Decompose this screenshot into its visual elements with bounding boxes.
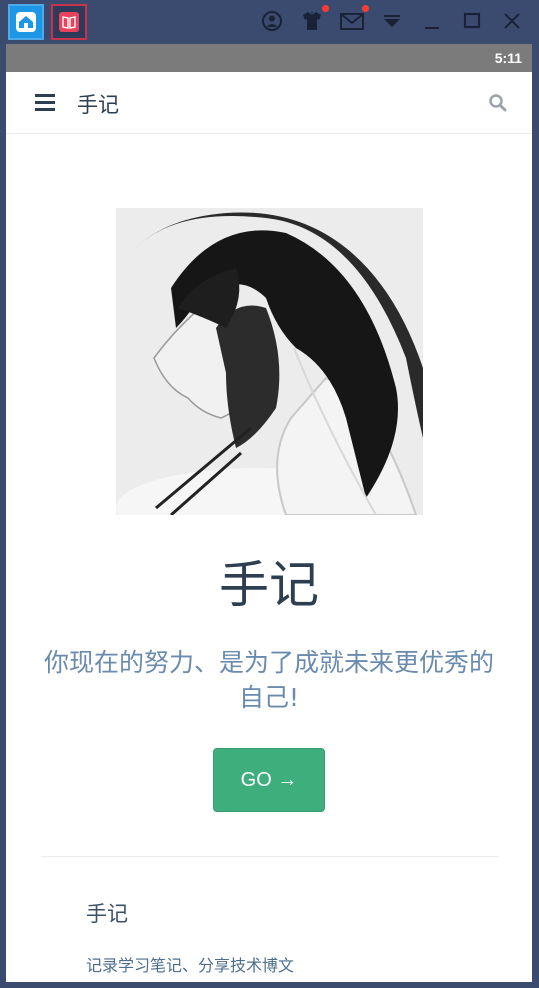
notification-badge: [362, 5, 369, 12]
emulator-frame-right: [532, 44, 539, 988]
feature-description: 记录学习笔记、分享技术博文: [86, 956, 295, 975]
android-status-bar: 5:11: [6, 44, 532, 72]
shirt-button[interactable]: [299, 5, 329, 34]
shirt-icon: [303, 11, 321, 30]
notification-badge: [322, 5, 329, 12]
hero-image: [116, 208, 423, 515]
mail-icon: [340, 13, 364, 30]
dropdown-arrow-icon[interactable]: [379, 8, 405, 34]
book-app-icon: [59, 12, 79, 32]
divider: [41, 856, 498, 857]
hamburger-menu-icon[interactable]: [35, 94, 55, 112]
emulator-frame-left: [0, 44, 6, 988]
hero-description: 你现在的努力、是为了成就未来更优秀的自己!: [43, 648, 494, 712]
emulator-frame-bottom: [0, 982, 539, 988]
home-tab[interactable]: [8, 4, 44, 40]
anime-portrait-illustration: [116, 208, 423, 515]
home-icon: [16, 12, 36, 32]
site-title[interactable]: 手记: [77, 89, 119, 119]
app-navbar: 手记: [6, 72, 532, 134]
maximize-icon[interactable]: [459, 8, 485, 34]
emulator-title-bar: [0, 0, 539, 44]
feature-title: 手记: [86, 902, 128, 926]
app-tab[interactable]: [51, 4, 87, 40]
search-icon[interactable]: [488, 93, 508, 113]
minimize-icon[interactable]: [419, 8, 445, 34]
close-icon[interactable]: [499, 8, 525, 34]
status-clock: 5:11: [494, 50, 522, 66]
mail-button[interactable]: [339, 5, 369, 34]
hero-title: 手记: [219, 556, 319, 614]
account-icon[interactable]: [259, 8, 285, 34]
go-button[interactable]: GO →: [213, 748, 325, 812]
